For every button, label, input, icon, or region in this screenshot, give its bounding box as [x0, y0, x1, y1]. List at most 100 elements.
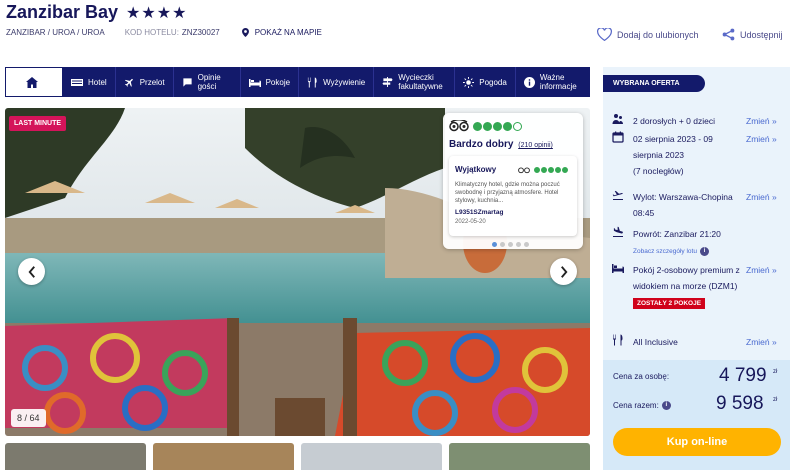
- hotel-icon: [71, 78, 83, 86]
- arrival-icon: [613, 226, 623, 237]
- gallery-prev-button[interactable]: [18, 258, 45, 285]
- thumbnail[interactable]: [153, 443, 294, 470]
- tab-label: Przelot: [139, 77, 165, 87]
- tab-label: Wycieczki fakultatywne: [398, 73, 443, 91]
- info-icon: [523, 76, 535, 88]
- thumbnail[interactable]: [5, 443, 146, 470]
- people-icon: [612, 114, 623, 124]
- favorite-label: Dodaj do ulubionych: [617, 29, 699, 40]
- pagination-dot[interactable]: [492, 242, 497, 247]
- star-rating: ★★★★: [126, 5, 188, 22]
- buy-online-button[interactable]: Kup on-line: [613, 428, 781, 456]
- review-date: 2022-05-20: [455, 219, 486, 225]
- pagination-dot[interactable]: [516, 242, 521, 247]
- dates-value: 02 sierpnia 2023 - 09 sierpnia 2023: [633, 134, 713, 160]
- tab-home[interactable]: [5, 67, 63, 97]
- bed-icon: [248, 79, 261, 87]
- tab-weather[interactable]: Pogoda: [455, 67, 516, 97]
- tab-hotel[interactable]: Hotel: [63, 67, 116, 97]
- photo-counter: 8 / 64: [11, 409, 46, 427]
- info-icon: i: [699, 246, 709, 256]
- thumbnail-strip: [5, 443, 590, 470]
- tab-excursions[interactable]: Wycieczki fakultatywne: [374, 67, 456, 97]
- hotel-code-value: ZNZ30027: [181, 28, 220, 37]
- change-persons-link[interactable]: Zmień: [746, 113, 777, 129]
- comment-icon: [182, 77, 192, 87]
- hotel-meta: ZANZIBAR / UROA / UROA KOD HOTELU: ZNZ300…: [6, 28, 322, 37]
- tripadvisor-review-card[interactable]: Bardzo dobry (210 opinii) Wyjątkowy Klim…: [443, 113, 583, 249]
- review-title: Wyjątkowy: [455, 165, 497, 174]
- tab-reviews[interactable]: Opinie gości: [174, 67, 241, 97]
- tab-label: Wyżywienie: [323, 77, 366, 87]
- photo-gallery[interactable]: LAST MINUTE 8 / 64 Bardzo dobry (210 opi…: [5, 108, 590, 436]
- tab-label: Ważne informacje: [539, 73, 577, 91]
- review-count-link[interactable]: (210 opinii): [518, 142, 553, 149]
- verdict-text: Bardzo dobry: [449, 139, 514, 150]
- tab-label: Hotel: [88, 77, 107, 87]
- hotel-code-label: KOD HOTELU:: [124, 28, 179, 37]
- tab-info[interactable]: Ważne informacje: [516, 67, 588, 97]
- price-per-person: 4 799: [719, 365, 767, 386]
- rating-bubble: [513, 121, 522, 131]
- dates-text: 02 sierpnia 2023 - 09 sierpnia 2023 (7 no…: [633, 131, 743, 179]
- review-pagination[interactable]: [492, 242, 532, 247]
- add-to-favorites-button[interactable]: Dodaj do ulubionych: [597, 28, 699, 41]
- show-map-link[interactable]: POKAŻ NA MAPIE: [241, 28, 322, 37]
- section-tabs: Hotel Przelot Opinie gości Pokoje Wyżywi…: [5, 67, 590, 97]
- change-room-link[interactable]: Zmień: [746, 262, 777, 278]
- change-flight-link[interactable]: Zmień: [746, 189, 777, 205]
- return-text: Powrót: Zanzibar 21:20 Zobacz szczegóły l…: [633, 226, 743, 258]
- currency: zł: [773, 397, 778, 403]
- share-button[interactable]: Udostępnij: [722, 28, 783, 41]
- tab-rooms[interactable]: Pokoje: [241, 67, 300, 97]
- hotel-header: Zanzibar Bay ★★★★: [6, 2, 187, 26]
- flight-details-link[interactable]: Zobacz szczegóły lotu i: [633, 246, 709, 256]
- rating-bubble: [473, 121, 482, 131]
- pagination-dot[interactable]: [524, 242, 529, 247]
- change-dates-link[interactable]: Zmień: [746, 131, 777, 147]
- hotel-location: ZANZIBAR / UROA / UROA: [6, 28, 105, 37]
- room-value: Pokój 2-osobowy premium z widokiem na mo…: [633, 265, 740, 291]
- thumbnail[interactable]: [449, 443, 590, 470]
- pagination-dot[interactable]: [500, 242, 505, 247]
- thumbnail[interactable]: [301, 443, 442, 470]
- review-verdict: Bardzo dobry (210 opinii): [449, 139, 553, 150]
- review-bubbles: [534, 167, 569, 173]
- share-icon: [722, 28, 735, 41]
- heart-icon: [597, 28, 612, 41]
- pagination-dot[interactable]: [508, 242, 513, 247]
- show-map-label: POKAŻ NA MAPIE: [254, 28, 322, 37]
- info-icon[interactable]: i: [661, 401, 671, 411]
- currency: zł: [773, 369, 778, 375]
- rating-row: [449, 120, 523, 132]
- bed-icon: [612, 264, 624, 273]
- tripadvisor-icon: [449, 120, 469, 132]
- departure-text: Wylot: Warszawa-Chopina 08:45: [633, 192, 733, 218]
- price-per-person-label: Cena za osobę:: [613, 372, 670, 381]
- rating-bubble: [493, 121, 502, 131]
- rating-bubble: [503, 121, 512, 131]
- price-total-label: Cena razem:: [613, 401, 659, 410]
- tab-label: Pogoda: [479, 77, 507, 87]
- tab-board[interactable]: Wyżywienie: [299, 67, 375, 97]
- departure-icon: [612, 190, 624, 200]
- price-total-label-wrap: Cena razem: i: [613, 401, 671, 411]
- home-icon: [25, 76, 38, 88]
- persons-text: 2 dorosłych + 0 dzieci: [633, 116, 715, 126]
- tab-flight[interactable]: Przelot: [116, 67, 174, 97]
- last-minute-badge: LAST MINUTE: [9, 116, 67, 131]
- cutlery-icon: [613, 334, 623, 346]
- review-rating: [518, 166, 569, 174]
- review-author: L9351SZmartag: [455, 209, 504, 216]
- gallery-next-button[interactable]: [550, 258, 577, 285]
- rating-bubbles: [473, 121, 523, 131]
- hotel-code: KOD HOTELU: ZNZ30027: [125, 28, 220, 37]
- selected-offer-panel: WYBRANA OFERTA 2 dorosłych + 0 dzieci Zm…: [603, 67, 790, 470]
- share-label: Udostępnij: [740, 29, 783, 40]
- change-board-link[interactable]: Zmień: [746, 334, 777, 350]
- review-snippet: Wyjątkowy Klimatyczny hotel, gdzie można…: [449, 156, 577, 236]
- rating-bubble: [483, 121, 492, 131]
- sun-icon: [463, 76, 475, 88]
- review-text: Klimatyczny hotel, gdzie można poczuć sw…: [455, 182, 560, 204]
- room-text: Pokój 2-osobowy premium z widokiem na mo…: [633, 262, 743, 310]
